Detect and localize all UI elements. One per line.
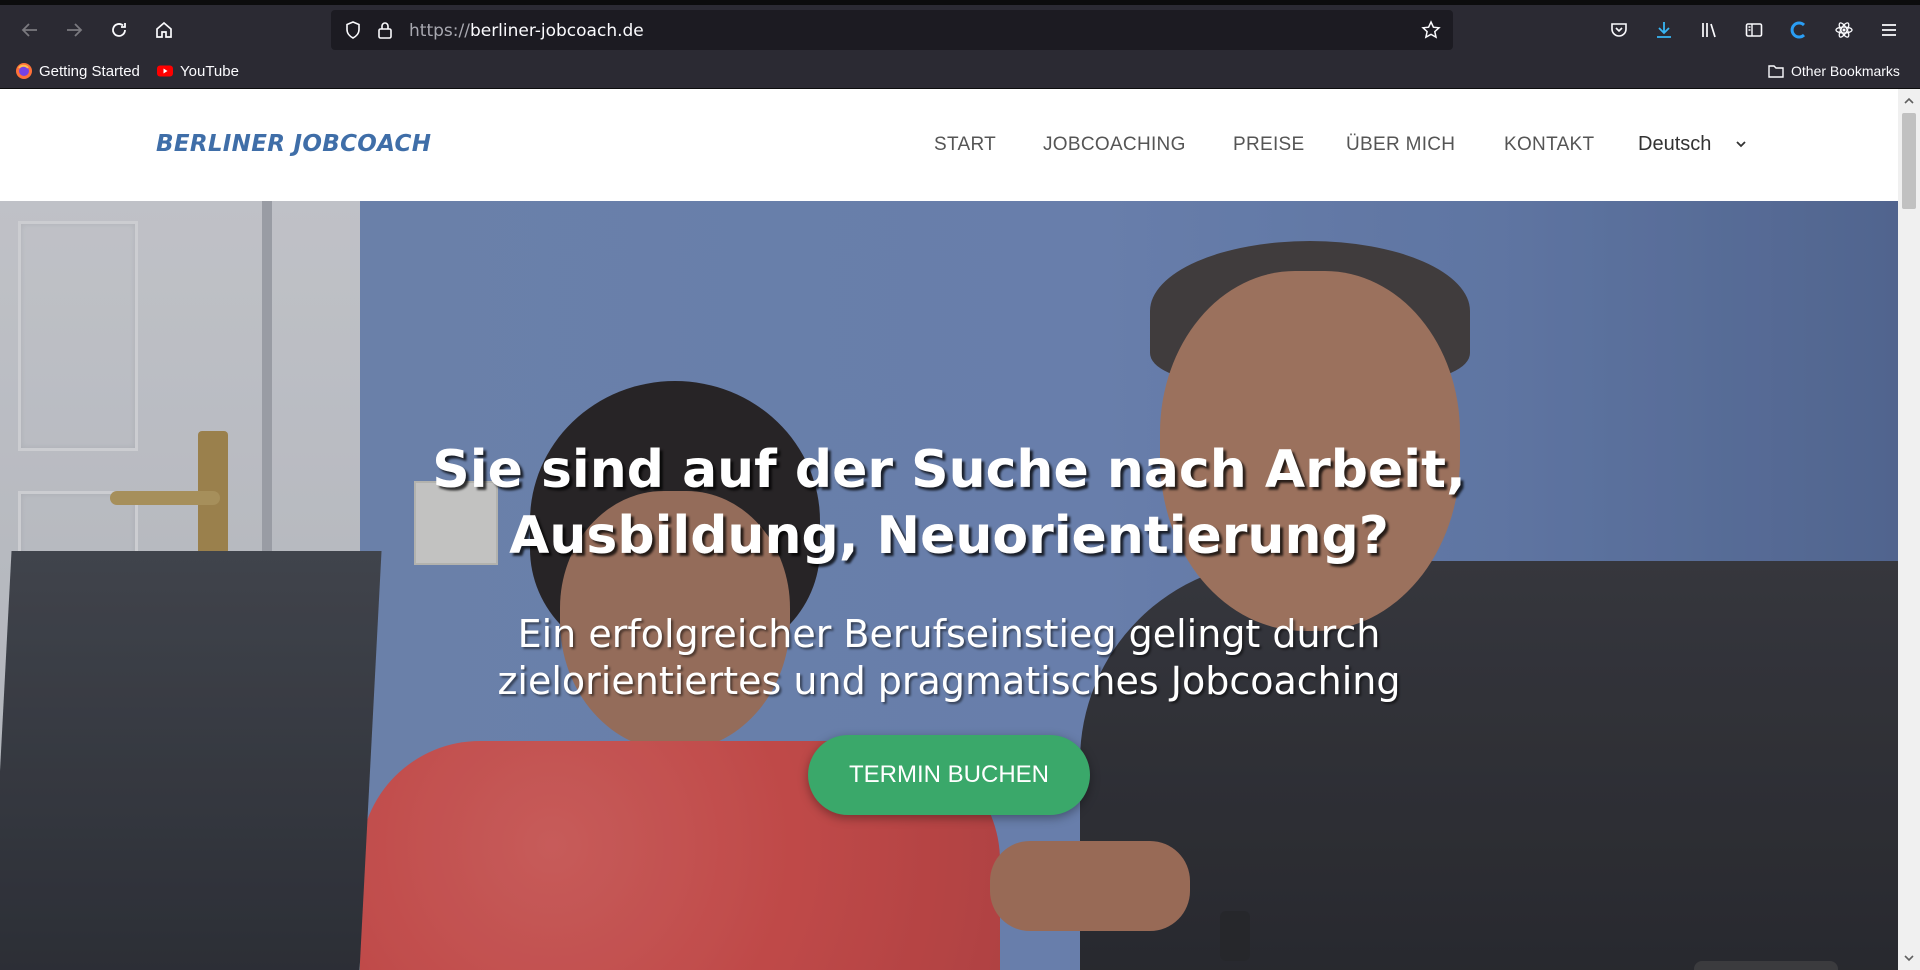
- bookmarks-toolbar: Getting Started YouTube Other Bookmarks: [0, 55, 1920, 89]
- scroll-down-icon[interactable]: [1903, 952, 1915, 964]
- app-menu-button[interactable]: [1873, 14, 1905, 46]
- nav-ueber-mich[interactable]: ÜBER MICH: [1346, 134, 1455, 156]
- home-button[interactable]: [148, 14, 180, 46]
- book-appointment-button[interactable]: TERMIN BUCHEN: [808, 735, 1090, 815]
- bookmark-star-icon[interactable]: [1421, 20, 1441, 40]
- react-devtools-button[interactable]: [1828, 14, 1860, 46]
- arrow-right-icon: [67, 23, 83, 37]
- hero-subtitle: Ein erfolgreicher Berufseinstieg gelingt…: [497, 612, 1401, 703]
- nav-jobcoaching[interactable]: JOBCOACHING: [1043, 134, 1186, 156]
- react-icon: [1835, 22, 1853, 38]
- bookmark-getting-started[interactable]: Getting Started: [15, 62, 140, 80]
- download-icon: [1657, 22, 1671, 38]
- web-page: BERLINER JOBCOACH START JOBCOACHING PREI…: [0, 89, 1898, 970]
- sidebar-button[interactable]: [1738, 14, 1770, 46]
- nav-start[interactable]: START: [934, 134, 996, 156]
- reload-icon: [112, 23, 126, 37]
- downloads-button[interactable]: [1648, 14, 1680, 46]
- nav-kontakt[interactable]: KONTAKT: [1504, 134, 1594, 156]
- firefox-icon: [16, 63, 32, 79]
- pocket-icon: [1611, 23, 1627, 37]
- pocket-button[interactable]: [1603, 14, 1635, 46]
- hero-section: Sie sind auf der Suche nach Arbeit, Ausb…: [0, 201, 1898, 970]
- floating-widget-tab[interactable]: [1694, 961, 1838, 970]
- forward-button[interactable]: [58, 14, 90, 46]
- bookmark-youtube[interactable]: YouTube: [156, 62, 239, 80]
- library-icon: [1702, 23, 1716, 38]
- browser-toolbar: https://berliner-jobcoach.de: [0, 5, 1920, 55]
- back-button[interactable]: [14, 14, 46, 46]
- hero-overlay: [0, 201, 1898, 970]
- other-bookmarks[interactable]: Other Bookmarks: [1767, 62, 1900, 80]
- hamburger-icon: [1882, 24, 1896, 36]
- url-bar[interactable]: https://berliner-jobcoach.de: [331, 10, 1453, 50]
- nav-preise[interactable]: PREISE: [1233, 134, 1305, 156]
- folder-icon: [1768, 65, 1784, 78]
- extension-c-icon: [1790, 21, 1806, 39]
- page-scrollbar[interactable]: [1898, 89, 1920, 970]
- hero-title: Sie sind auf der Suche nach Arbeit, Ausb…: [432, 440, 1466, 566]
- tracking-shield-icon[interactable]: [343, 20, 363, 40]
- language-select[interactable]: Deutsch: [1638, 133, 1711, 156]
- arrow-left-icon: [21, 23, 37, 37]
- extension-c-button[interactable]: [1783, 14, 1815, 46]
- home-icon: [156, 21, 172, 38]
- sidebar-icon: [1745, 23, 1763, 37]
- site-logo[interactable]: BERLINER JOBCOACH: [156, 131, 431, 157]
- scrollbar-thumb[interactable]: [1902, 113, 1916, 209]
- lock-icon[interactable]: [375, 20, 395, 40]
- chevron-down-icon[interactable]: [1734, 137, 1748, 151]
- reload-button[interactable]: [103, 14, 135, 46]
- url-text[interactable]: https://berliner-jobcoach.de: [409, 21, 644, 41]
- site-header: BERLINER JOBCOACH START JOBCOACHING PREI…: [0, 89, 1898, 201]
- library-button[interactable]: [1693, 14, 1725, 46]
- youtube-icon: [157, 65, 173, 77]
- scroll-up-icon[interactable]: [1903, 95, 1915, 107]
